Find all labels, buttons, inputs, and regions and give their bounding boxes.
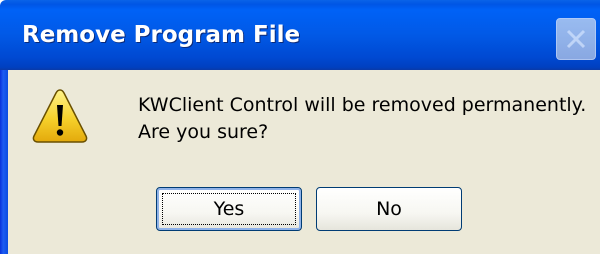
message-line-2: Are you sure? — [138, 121, 269, 143]
title-bar[interactable]: Remove Program File — [0, 0, 600, 70]
window-title: Remove Program File — [22, 22, 301, 48]
warning-icon — [32, 89, 88, 143]
yes-button-label: Yes — [213, 198, 245, 220]
message-line-1: KWClient Control will be removed permane… — [138, 94, 587, 116]
close-button[interactable] — [556, 18, 596, 60]
window-frame-left — [0, 70, 8, 254]
no-button-label: No — [376, 198, 402, 220]
no-button[interactable]: No — [316, 187, 462, 231]
dialog-message: KWClient Control will be removed permane… — [138, 92, 586, 146]
close-icon — [566, 29, 586, 49]
dialog-window: Remove Program File KWClient Control wil… — [0, 0, 600, 254]
yes-button[interactable]: Yes — [156, 187, 302, 231]
